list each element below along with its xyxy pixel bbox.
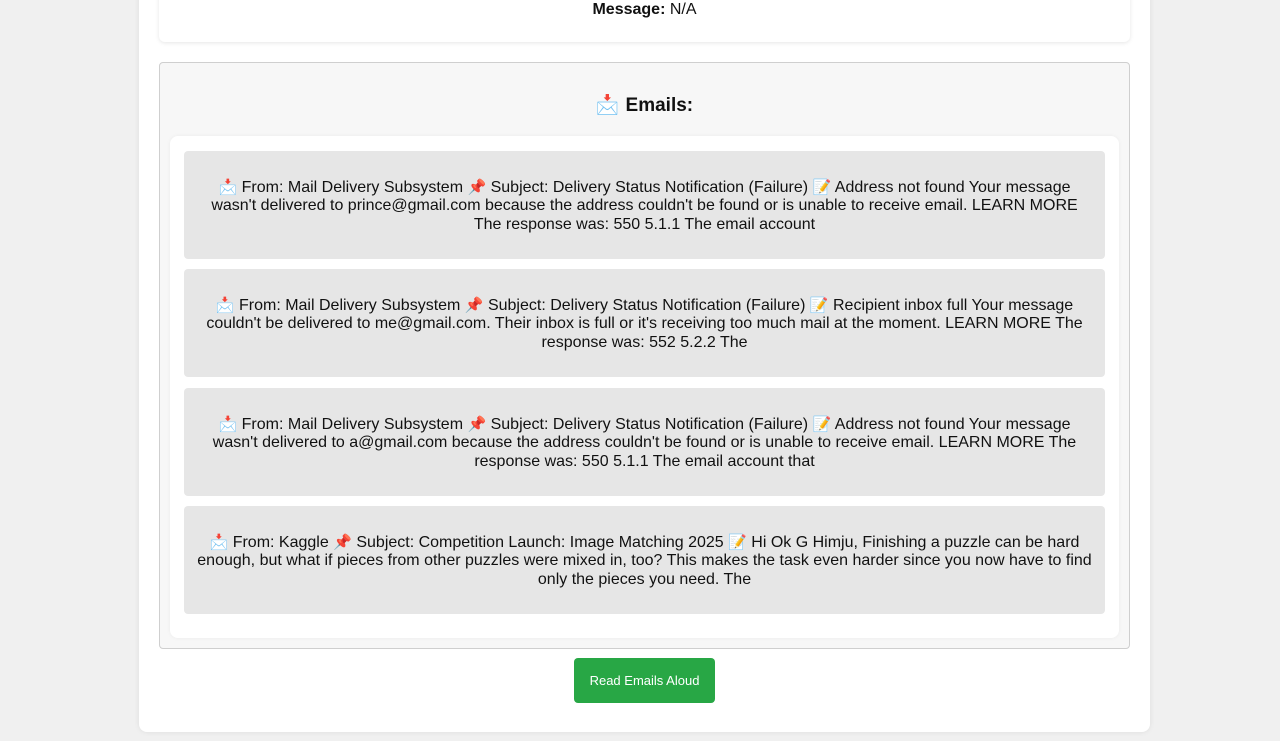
email-list: 📩 From: Mail Delivery Subsystem 📌 Subjec… [170, 136, 1119, 638]
pushpin-icon: 📌 [464, 297, 484, 314]
pushpin-icon: 📌 [467, 179, 487, 196]
memo-icon: 📝 [809, 297, 829, 314]
email-item[interactable]: 📩 From: Kaggle 📌 Subject: Competition La… [184, 506, 1105, 614]
email-from: From: Mail Delivery Subsystem [241, 416, 464, 433]
envelope-icon: 📩 [218, 416, 238, 433]
memo-icon: 📝 [728, 534, 747, 551]
emails-section: 📩 Emails: 📩 From: Mail Delivery Subsystem… [159, 62, 1130, 649]
email-subject: Subject: Delivery Status Notification (F… [487, 297, 806, 314]
email-from: From: Mail Delivery Subsystem [241, 179, 464, 196]
message-value: N/A [669, 1, 697, 18]
envelope-icon: 📩 [209, 534, 229, 551]
read-emails-aloud-button[interactable]: Read Emails Aloud [574, 658, 715, 703]
email-item[interactable]: 📩 From: Mail Delivery Subsystem 📌 Subjec… [184, 269, 1105, 377]
email-item[interactable]: 📩 From: Mail Delivery Subsystem 📌 Subjec… [184, 151, 1105, 259]
inbox-tray-icon: 📩 [595, 95, 620, 116]
emails-title: Emails: [625, 95, 694, 116]
pushpin-icon: 📌 [467, 416, 487, 433]
email-subject: Subject: Delivery Status Notification (F… [490, 416, 809, 433]
email-from: From: Kaggle [232, 534, 329, 551]
email-from: From: Mail Delivery Subsystem [238, 297, 461, 314]
envelope-icon: 📩 [218, 179, 238, 196]
memo-icon: 📝 [812, 179, 832, 196]
email-subject: Subject: Delivery Status Notification (F… [490, 179, 809, 196]
message-label: Message: [592, 1, 666, 18]
email-item[interactable]: 📩 From: Mail Delivery Subsystem 📌 Subjec… [184, 388, 1105, 496]
message-line: Message: N/A [159, 1, 1130, 19]
pushpin-icon: 📌 [333, 534, 352, 551]
email-subject: Subject: Competition Launch: Image Match… [356, 534, 724, 551]
envelope-icon: 📩 [215, 297, 235, 314]
message-card: Message: N/A [159, 0, 1130, 42]
emails-heading: 📩 Emails: [160, 95, 1129, 117]
memo-icon: 📝 [812, 416, 832, 433]
